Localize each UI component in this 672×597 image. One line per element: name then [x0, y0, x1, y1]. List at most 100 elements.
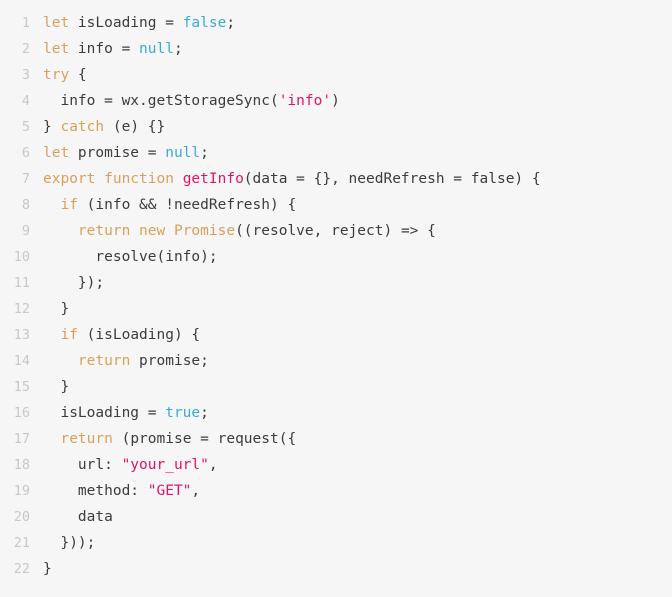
code-token-plain: ((resolve, reject) => { — [235, 223, 436, 239]
code-token-plain: method: — [43, 483, 148, 499]
code-token-plain: (info && !needRefresh) { — [77, 197, 297, 213]
code-line-content[interactable]: method: "GET", — [30, 478, 672, 504]
code-token-plain: } — [43, 301, 70, 317]
code-token-kw: Promise — [173, 223, 236, 239]
code-line[interactable]: 12 } — [0, 296, 672, 322]
code-token-kw: if — [60, 197, 78, 213]
code-line-content[interactable]: data — [30, 504, 672, 530]
code-editor-pane[interactable]: 1 let isLoading = false; 2 let info = null;… — [0, 0, 672, 597]
code-token-literal: null — [139, 41, 174, 57]
code-line[interactable]: 6 let promise = null; — [0, 140, 672, 166]
code-line-content[interactable]: return promise; — [30, 348, 672, 374]
code-line[interactable]: 14 return promise; — [0, 348, 672, 374]
line-number: 16 — [13, 405, 30, 421]
line-number: 14 — [13, 353, 30, 369]
code-line[interactable]: 8 if (info && !needRefresh) { — [0, 192, 672, 218]
code-line[interactable]: 22} — [0, 556, 672, 582]
code-token-plain: ) — [331, 93, 340, 109]
code-line-content[interactable]: return new Promise((resolve, reject) => … — [30, 218, 672, 244]
line-number: 20 — [13, 509, 30, 525]
code-line[interactable]: 18 url: "your_url", — [0, 452, 672, 478]
code-line-content[interactable]: if (isLoading) { — [30, 322, 672, 348]
code-token-plain: (e) {} — [104, 119, 166, 135]
line-number: 17 — [13, 431, 30, 447]
code-line-content[interactable]: let info = null; — [30, 36, 672, 62]
code-token-plain: (promise = request({ — [112, 431, 297, 447]
code-token-plain: ; — [200, 145, 209, 161]
code-line[interactable]: 10 resolve(info); — [0, 244, 672, 270]
code-token-plain: data — [43, 509, 113, 525]
code-token-plain: info = — [69, 41, 140, 57]
code-line[interactable]: 19 method: "GET", — [0, 478, 672, 504]
code-line-content[interactable]: } catch (e) {} — [30, 114, 672, 140]
code-line[interactable]: 5} catch (e) {} — [0, 114, 672, 140]
code-line-content[interactable]: url: "your_url", — [30, 452, 672, 478]
code-line-content[interactable]: resolve(info); — [30, 244, 672, 270]
code-token-plain: promise; — [130, 353, 209, 369]
line-number: 6 — [21, 145, 30, 161]
code-token-str: "GET" — [147, 483, 192, 499]
line-number: 22 — [13, 561, 30, 577]
code-token-plain: })); — [43, 535, 96, 551]
code-token-plain: { — [69, 67, 87, 83]
code-line-content[interactable]: if (info && !needRefresh) { — [30, 192, 672, 218]
code-line[interactable]: 9 return new Promise((resolve, reject) =… — [0, 218, 672, 244]
code-line[interactable]: 2 let info = null; — [0, 36, 672, 62]
code-token-literal: true — [165, 405, 201, 421]
code-line-content[interactable]: export function getInfo(data = {}, needR… — [30, 166, 672, 192]
code-token-plain: promise = — [69, 145, 166, 161]
code-token-str: "your_url" — [121, 457, 209, 473]
line-number: 8 — [21, 197, 30, 213]
code-token-plain: (data = {}, needRefresh = false) { — [243, 171, 541, 187]
code-line[interactable]: 20 data — [0, 504, 672, 530]
code-line[interactable]: 7 export function getInfo(data = {}, need… — [0, 166, 672, 192]
line-number: 5 — [21, 119, 30, 135]
code-line[interactable]: 17 return (promise = request({ — [0, 426, 672, 452]
code-line[interactable]: 16 isLoading = true; — [0, 400, 672, 426]
code-token-kw: catch — [60, 119, 105, 135]
line-number: 7 — [21, 171, 30, 187]
code-token-str: 'info' — [278, 93, 332, 109]
code-line-content[interactable]: let promise = null; — [30, 140, 672, 166]
code-token-plain: } — [43, 561, 52, 577]
code-line[interactable]: 1 let isLoading = false; — [0, 10, 672, 36]
code-token-plain: , — [191, 483, 201, 499]
code-token-plain: ; — [200, 405, 209, 421]
code-token-kw: try — [43, 67, 70, 83]
code-token-kw: export function — [43, 171, 174, 187]
code-line[interactable]: 13 if (isLoading) { — [0, 322, 672, 348]
line-number: 21 — [13, 535, 30, 551]
code-line-content[interactable]: })); — [30, 530, 672, 556]
code-token-kw: return new — [77, 223, 166, 239]
code-token-kw: let — [43, 41, 70, 57]
code-token-kw: let — [43, 145, 70, 161]
code-line[interactable]: 21 })); — [0, 530, 672, 556]
code-token-kw: return — [60, 431, 113, 447]
code-line-content[interactable]: } — [30, 296, 672, 322]
code-line-content[interactable]: } — [30, 374, 672, 400]
line-number: 19 — [13, 483, 30, 499]
code-line-content[interactable]: let isLoading = false; — [30, 10, 672, 36]
code-line-content[interactable]: }); — [30, 270, 672, 296]
line-number: 18 — [13, 457, 30, 473]
code-line[interactable]: 15 } — [0, 374, 672, 400]
code-token-plain: isLoading = — [43, 405, 166, 421]
code-line-content[interactable]: isLoading = true; — [30, 400, 672, 426]
code-line-content[interactable]: } — [30, 556, 672, 582]
code-line[interactable]: 11 }); — [0, 270, 672, 296]
code-token-plain: } — [43, 379, 70, 395]
code-line[interactable]: 4 info = wx.getStorageSync('info') — [0, 88, 672, 114]
code-line[interactable]: 3 try { — [0, 62, 672, 88]
code-line-content[interactable]: try { — [30, 62, 672, 88]
line-number: 10 — [13, 249, 30, 265]
code-line-content[interactable]: info = wx.getStorageSync('info') — [30, 88, 672, 114]
code-line-content[interactable]: return (promise = request({ — [30, 426, 672, 452]
code-token-literal: null — [165, 145, 201, 161]
code-token-kw: return — [77, 353, 131, 369]
